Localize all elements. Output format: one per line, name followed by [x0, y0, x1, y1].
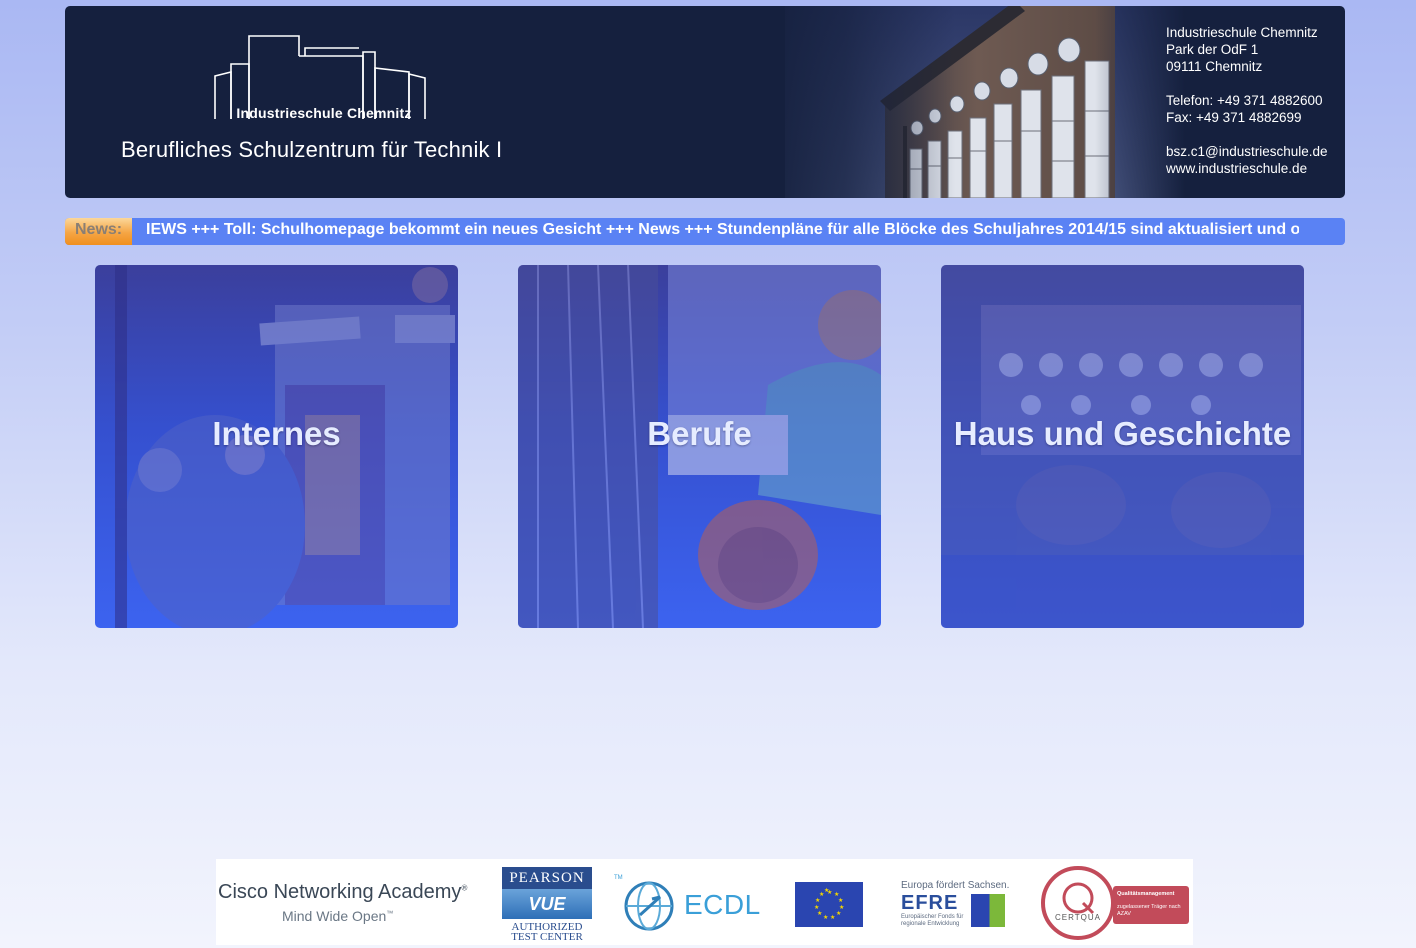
- contact-spacer: [1166, 75, 1328, 92]
- school-subtitle: Berufliches Schulzentrum für Technik I: [121, 137, 503, 162]
- contact-fax: Fax: +49 371 4882699: [1166, 110, 1302, 125]
- certqua-badge-text: zugelassener Träger nach AZAV: [1117, 904, 1181, 917]
- efre-top-text: Europa fördert Sachsen.: [901, 880, 1010, 891]
- svg-text:★: ★: [824, 887, 829, 894]
- news-ticker-text[interactable]: IEWS +++ Toll: Schulhomepage bekommt ein…: [146, 218, 1299, 242]
- contact-email-link[interactable]: bsz.c1@industrieschule.de: [1166, 143, 1328, 160]
- svg-text:★: ★: [836, 910, 841, 917]
- pearson-vue-logo[interactable]: PEARSON VUE AUTHORIZED TEST CENTER: [502, 867, 592, 943]
- certqua-ring-text: CERTQUA: [1055, 913, 1101, 922]
- svg-text:★: ★: [815, 897, 820, 904]
- svg-text:★: ★: [814, 904, 819, 911]
- efre-sub-text: Europäischer Fonds für regionale Entwick…: [901, 914, 964, 927]
- pearson-top: PEARSON: [502, 867, 592, 889]
- contact-city: 09111 Chemnitz: [1166, 59, 1263, 74]
- tile-berufe[interactable]: Berufe: [518, 265, 881, 628]
- ecdl-globe-icon: [624, 881, 674, 931]
- certqua-ring-icon: [1041, 866, 1115, 940]
- tile-berufe-label[interactable]: Berufe: [518, 415, 881, 453]
- contact-phone: Telefon: +49 371 4882600: [1166, 93, 1323, 108]
- efre-main-text: EFRE: [901, 892, 959, 914]
- ecdl-text: ECDL: [684, 889, 761, 920]
- school-name[interactable]: Industrieschule Chemnitz: [220, 105, 428, 121]
- contact-block: Industrieschule Chemnitz Park der OdF 1 …: [1166, 24, 1328, 177]
- site-header: Industrieschule Chemnitz Berufliches Sch…: [65, 6, 1345, 198]
- contact-web-link[interactable]: www.industrieschule.de: [1166, 160, 1328, 177]
- cisco-registered-mark: ®: [461, 883, 468, 893]
- pearson-vue: VUE: [502, 889, 592, 919]
- partner-logos: Cisco Networking Academy® Mind Wide Open…: [216, 859, 1193, 945]
- news-text-container: IEWS +++ Toll: Schulhomepage bekommt ein…: [146, 218, 1299, 245]
- pearson-test-center: TEST CENTER: [511, 931, 583, 943]
- cisco-tagline: Mind Wide Open: [282, 908, 387, 924]
- svg-text:★: ★: [823, 914, 828, 921]
- certqua-badge: Qualitätsmanagement zugelassener Träger …: [1113, 886, 1189, 924]
- tile-internes[interactable]: Internes: [95, 265, 458, 628]
- svg-text:★: ★: [817, 910, 822, 917]
- cisco-academy-logo[interactable]: Cisco Networking Academy® Mind Wide Open…: [218, 881, 468, 924]
- banner-fade: [755, 6, 955, 198]
- contact-name: Industrieschule Chemnitz: [1166, 25, 1318, 40]
- certqua-badge-title: Qualitätsmanagement: [1117, 891, 1175, 897]
- certqua-q-icon: [1062, 882, 1095, 915]
- tile-internes-label[interactable]: Internes: [95, 415, 458, 453]
- efre-logo[interactable]: Europa fördert Sachsen. EFRE Europäische…: [901, 880, 1010, 927]
- news-label: News:: [65, 218, 132, 245]
- contact-spacer: [1166, 126, 1328, 143]
- svg-text:★: ★: [830, 914, 835, 921]
- cisco-main-text: Cisco Networking Academy: [218, 881, 462, 903]
- eu-flag-icon[interactable]: ★ ★★ ★★★ ★★★ ★★★: [795, 882, 863, 927]
- svg-text:★: ★: [838, 897, 843, 904]
- efre-flag-icon: [971, 894, 1005, 927]
- cisco-trademark: ™: [386, 910, 394, 918]
- news-ticker: News: IEWS +++ Toll: Schulhomepage bekom…: [65, 218, 1345, 245]
- tile-haus-und-geschichte[interactable]: Haus und Geschichte: [941, 265, 1304, 628]
- tile-haus-label[interactable]: Haus und Geschichte: [941, 415, 1304, 453]
- contact-street: Park der OdF 1: [1166, 42, 1259, 57]
